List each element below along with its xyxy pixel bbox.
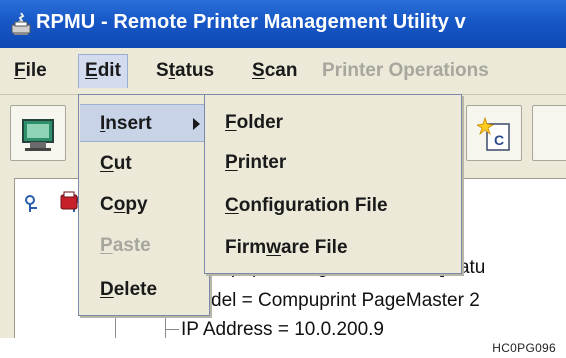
submenu-item-printer[interactable]: Printer [225,144,286,182]
submenu-item-folder-mnemonic: F [225,112,237,133]
submenu-item-firmware-file-label: are File [280,237,348,258]
window-title: RPMU - Remote Printer Management Utility… [36,11,466,33]
menu-item-cut-mnemonic: C [100,153,114,174]
menu-printer-operations-label: Printer Operations [322,60,489,81]
app-window: RPMU - Remote Printer Management Utility… [0,0,566,338]
tree-node-ip-address[interactable]: IP Address = 10.0.200.9 [181,319,384,338]
printer-screen-icon [22,119,54,151]
menu-status-pre: S [156,60,169,81]
menu-edit-label: dit [97,60,121,81]
submenu-item-folder-label: older [236,112,284,133]
menu-scan-mnemonic: S [252,60,265,81]
tree-node-model[interactable]: del = Compuprint PageMaster 2 [211,290,480,312]
menu-item-copy-pre: C [100,194,114,215]
menu-item-delete-mnemonic: D [100,279,114,300]
menu-item-paste[interactable]: Paste [80,227,208,265]
insert-submenu: Folder Printer Configuration File Firmwa… [204,94,462,274]
menu-item-delete[interactable]: Delete [80,271,208,309]
submenu-item-printer-label: rinter [237,152,287,173]
menu-file-mnemonic: F [14,60,26,81]
submenu-item-configuration-file-mnemonic: C [225,195,239,216]
menu-item-copy-mnemonic: o [113,194,126,215]
menu-file[interactable]: File [8,54,53,88]
submenu-item-folder[interactable]: Folder [225,104,283,142]
menu-printer-operations[interactable]: Printer Operations [316,54,495,88]
toolbar-printer-button[interactable] [10,105,66,161]
menu-status[interactable]: Status [150,54,220,88]
submenu-item-firmware-file[interactable]: Firmware File [225,229,348,267]
title-bar[interactable]: RPMU - Remote Printer Management Utility… [0,0,566,48]
submenu-item-firmware-file-pre: Firm [225,237,267,258]
image-code-label: HC0PG096 [492,341,556,355]
toolbar-next-button[interactable] [532,105,566,161]
menu-edit[interactable]: Edit [78,54,128,88]
app-icon [10,12,32,36]
tree-guide-line-2 [165,317,166,338]
menu-scan-label: can [264,60,298,81]
menu-item-insert-label: nsert [105,113,152,134]
menu-file-label: ile [25,60,47,81]
menu-item-insert[interactable]: Insert [80,104,208,142]
menu-item-cut[interactable]: Cut [80,145,208,183]
menu-bar: File Edit Status Scan Printer Operations [0,48,566,94]
menu-item-copy-label: py [125,194,148,215]
edit-menu-dropdown: Insert Cut Copy Paste Delete [78,94,210,316]
submenu-item-configuration-file[interactable]: Configuration File [225,187,388,225]
config-star-icon: C [477,116,510,151]
menu-item-delete-label: elete [113,279,158,300]
submenu-item-firmware-file-mnemonic: w [266,237,281,258]
tree-printer-icon [59,191,79,219]
menu-item-paste-label: aste [112,235,151,256]
tree-guide-branch [165,329,179,330]
svg-text:C: C [494,132,504,148]
submenu-item-configuration-file-label: onfiguration File [238,195,388,216]
menu-status-label: atus [175,60,215,81]
menu-scan[interactable]: Scan [246,54,303,88]
toolbar-config-button[interactable]: C [466,105,522,161]
submenu-item-printer-mnemonic: P [225,152,238,173]
tree-key-icon[interactable] [25,195,43,219]
menu-item-paste-mnemonic: P [100,235,113,256]
menu-item-cut-label: ut [113,153,132,174]
menu-item-copy[interactable]: Copy [80,186,208,224]
submenu-arrow-icon [193,118,200,130]
menu-edit-mnemonic: E [85,60,98,81]
